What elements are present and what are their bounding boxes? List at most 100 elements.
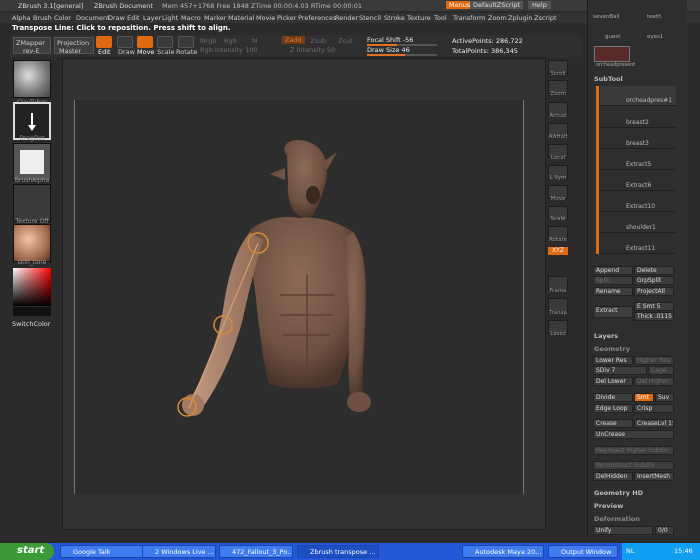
subtool-item-0[interactable]: orcheadpres#1 — [600, 86, 676, 106]
zmapper-button[interactable]: ZMapper rev-E — [13, 37, 51, 55]
subtool-header[interactable]: SubTool — [594, 75, 623, 83]
menu-texture[interactable]: Texture — [407, 14, 431, 22]
delhidden-button[interactable]: DelHidden — [593, 472, 633, 481]
extract-button[interactable]: Extract — [593, 306, 633, 318]
menu-light[interactable]: Light — [162, 14, 178, 22]
move-icon[interactable] — [137, 36, 153, 48]
menu-layer[interactable]: Layer — [143, 14, 161, 22]
alpha-thumb[interactable] — [13, 143, 51, 181]
menu-draw[interactable]: Draw — [108, 14, 125, 22]
reconstruct-button[interactable]: Reconstruct Subdiv — [593, 461, 674, 470]
task-maya[interactable]: Autodesk Maya 20... — [462, 545, 544, 558]
focal-shift-slider[interactable]: Focal Shift -56 — [367, 36, 413, 44]
projection-master-button[interactable]: Projection Master — [54, 37, 94, 55]
tool-thumb-label-2[interactable]: guest — [605, 34, 620, 40]
task-output-window[interactable]: Output Window — [548, 545, 618, 558]
menu-zoom[interactable]: Zoom — [488, 14, 507, 22]
subtool-item-7[interactable]: Extract11 — [600, 234, 676, 254]
grpsplit-button[interactable]: GrpSplit — [634, 276, 674, 285]
edit-icon[interactable] — [96, 36, 112, 48]
zadd-toggle[interactable]: Zadd — [282, 36, 305, 44]
del-lower-button[interactable]: Del Lower — [593, 377, 633, 386]
language-indicator[interactable]: NL — [626, 547, 634, 555]
lower-res-button[interactable]: Lower Res — [593, 356, 633, 365]
start-button[interactable]: start — [0, 543, 54, 560]
orc-model[interactable] — [75, 100, 525, 494]
subtool-item-4[interactable]: Extract6 — [600, 171, 676, 191]
creaselvl-slider[interactable]: CreaseLvl 15 — [634, 419, 674, 428]
menu-movie[interactable]: Movie — [256, 14, 275, 22]
menu-edit[interactable]: Edit — [127, 14, 140, 22]
subtool-item-5[interactable]: Extract10 — [600, 192, 676, 212]
menu-zplugin[interactable]: Zplugin — [508, 14, 533, 22]
cage-button[interactable]: Cage — [648, 366, 674, 375]
menu-marker[interactable]: Marker — [204, 14, 226, 22]
menu-preferences[interactable]: Preferences — [298, 14, 336, 22]
menu-stencil[interactable]: Stencil — [359, 14, 381, 22]
scale-icon[interactable] — [157, 36, 173, 48]
material-thumb[interactable] — [13, 224, 51, 262]
zcut-toggle[interactable]: Zcut — [338, 37, 353, 45]
geometry-header[interactable]: Geometry — [594, 345, 630, 353]
task-zbrush[interactable]: Zbrush transpose ... — [297, 545, 379, 558]
tool-thumb-label-3[interactable]: eyes1 — [647, 34, 663, 40]
subtool-scrollbar[interactable] — [596, 86, 599, 254]
menu-brush[interactable]: Brush — [33, 14, 52, 22]
task-windows-live[interactable]: 2 Windows Live ... — [142, 545, 216, 558]
help-button[interactable]: Help — [528, 1, 551, 9]
smt-toggle[interactable]: Smt — [634, 393, 654, 402]
switch-color-button[interactable]: SwitchColor — [12, 320, 50, 328]
mrgb-toggle[interactable]: Mrgb — [200, 37, 216, 45]
deformation-header[interactable]: Deformation — [594, 515, 640, 523]
color-picker[interactable] — [13, 268, 51, 306]
subtool-item-2[interactable]: breast3 — [600, 129, 676, 149]
e-smt-slider[interactable]: E Smt 5 — [634, 302, 674, 311]
preview-header[interactable]: Preview — [594, 502, 623, 510]
layers-header[interactable]: Layers — [594, 332, 618, 340]
divide-button[interactable]: Divide — [593, 393, 633, 402]
xyz-toggle[interactable]: XYZ — [548, 247, 568, 255]
suv-toggle[interactable]: Suv — [655, 393, 674, 402]
z-intensity-slider[interactable]: Z Intensity 50 — [290, 46, 335, 54]
secondary-color[interactable] — [13, 307, 51, 316]
m-toggle[interactable]: M — [252, 37, 258, 45]
split-button[interactable]: Split — [593, 276, 633, 285]
menu-stroke[interactable]: Stroke — [384, 14, 405, 22]
subtool-item-1[interactable]: breast2 — [600, 108, 676, 128]
default-zscript-button[interactable]: DefaultZScript — [470, 1, 524, 9]
menu-macro[interactable]: Macro — [181, 14, 201, 22]
menu-transform[interactable]: Transform — [453, 14, 485, 22]
texture-thumb[interactable] — [13, 184, 51, 222]
menu-document[interactable]: Document — [76, 14, 110, 22]
menu-picker[interactable]: Picker — [277, 14, 296, 22]
viewport[interactable] — [74, 100, 524, 494]
append-button[interactable]: Append — [593, 266, 633, 275]
sdiv-slider[interactable]: SDiv 7 — [593, 366, 647, 375]
draw-size-track[interactable] — [367, 54, 437, 56]
menu-tool[interactable]: Tool — [434, 14, 447, 22]
higher-res-button[interactable]: Higher Res — [634, 356, 674, 365]
menu-color[interactable]: Color — [54, 14, 71, 22]
current-tool-thumb[interactable] — [594, 46, 630, 62]
crease-button[interactable]: Crease — [593, 419, 633, 428]
menu-material[interactable]: Material — [228, 14, 254, 22]
task-fallout[interactable]: 472_Fallout_3_Po... — [219, 545, 293, 558]
zsub-toggle[interactable]: Zsub — [310, 37, 326, 45]
tool-thumb-label-0[interactable]: sevenBall — [593, 14, 620, 20]
menu-zscript[interactable]: Zscript — [534, 14, 557, 22]
unify-button[interactable]: Unify — [593, 526, 653, 535]
tool-thumb-label-1[interactable]: teeth — [647, 14, 662, 20]
task-google-talk[interactable]: Google Talk — [60, 545, 152, 558]
subtool-item-6[interactable]: shoulder1 — [600, 213, 676, 233]
draw-size-slider[interactable]: Draw Size 46 — [367, 46, 410, 54]
subtool-item-3[interactable]: Extract5 — [600, 150, 676, 170]
geometry-hd-header[interactable]: Geometry HD — [594, 489, 643, 497]
menu-render[interactable]: Render — [335, 14, 358, 22]
draw-icon[interactable] — [117, 36, 133, 48]
rename-button[interactable]: Rename — [593, 287, 633, 296]
crisp-button[interactable]: Crisp — [634, 404, 674, 413]
rgb-intensity-slider[interactable]: Rgb Intensity 100 — [200, 46, 258, 54]
rotate-icon[interactable] — [178, 36, 194, 48]
edge-loop-button[interactable]: Edge Loop — [593, 404, 633, 413]
thick-slider[interactable]: Thick .0115 — [634, 312, 674, 321]
